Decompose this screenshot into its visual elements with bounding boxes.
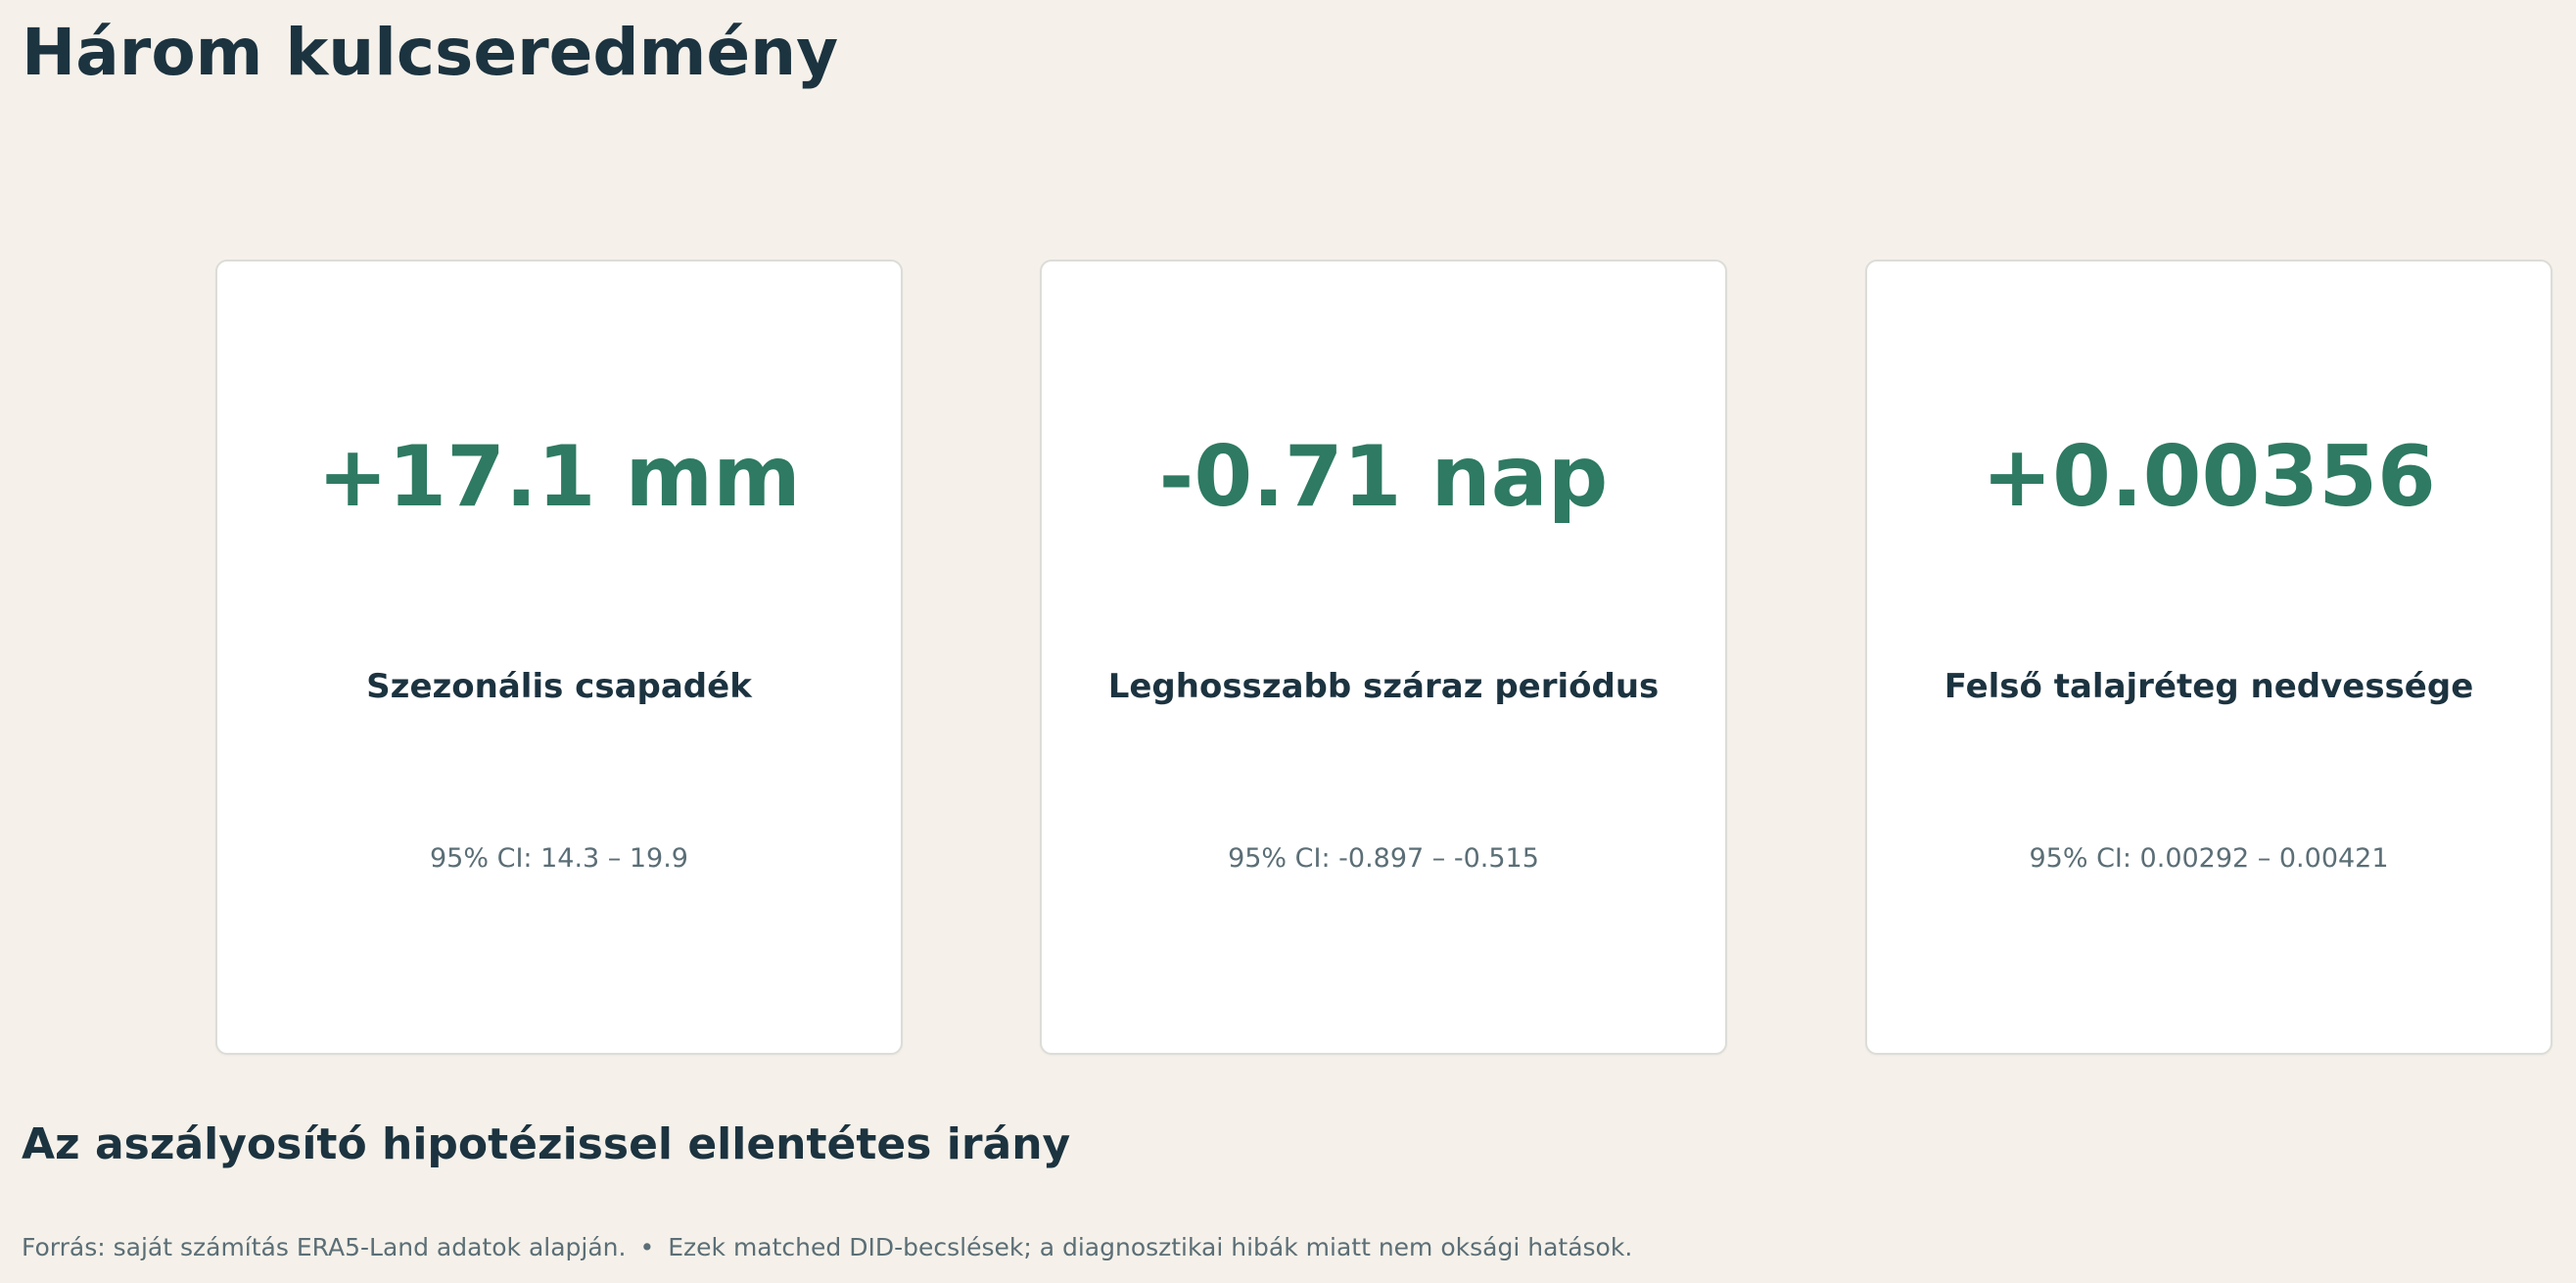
result-card-soil-moisture: +0.00356 Felső talajréteg nedvessége 95%… [1865, 260, 2553, 1055]
page-title: Három kulcseredmény [22, 15, 839, 90]
result-card-dry-period: -0.71 nap Leghosszabb száraz periódus 95… [1040, 260, 1727, 1055]
card-label: Leghosszabb száraz periódus [1107, 667, 1660, 706]
footer-note: Forrás: saját számítás ERA5-Land adatok … [22, 1230, 1632, 1265]
section-subtitle: Az aszályosító hipotézissel ellentétes i… [22, 1119, 1071, 1169]
card-confidence-interval: 95% CI: -0.897 – -0.515 [1228, 843, 1539, 874]
footer-source: Forrás: saját számítás ERA5-Land adatok … [22, 1233, 627, 1261]
card-confidence-interval: 95% CI: 0.00292 – 0.00421 [2029, 843, 2389, 874]
result-card-precipitation: +17.1 mm Szezonális csapadék 95% CI: 14.… [215, 260, 903, 1055]
footer-disclaimer: Ezek matched DID-becslések; a diagnoszti… [668, 1233, 1633, 1261]
footer-separator: • [639, 1233, 655, 1261]
card-confidence-interval: 95% CI: 14.3 – 19.9 [430, 843, 688, 874]
card-label: Felső talajréteg nedvessége [1944, 667, 2474, 706]
card-value: +17.1 mm [317, 428, 801, 526]
card-value: -0.71 nap [1158, 428, 1609, 526]
card-value: +0.00356 [1982, 428, 2436, 526]
page: Három kulcseredmény +17.1 mm Szezonális … [0, 0, 2576, 1283]
card-label: Szezonális csapadék [366, 667, 752, 706]
